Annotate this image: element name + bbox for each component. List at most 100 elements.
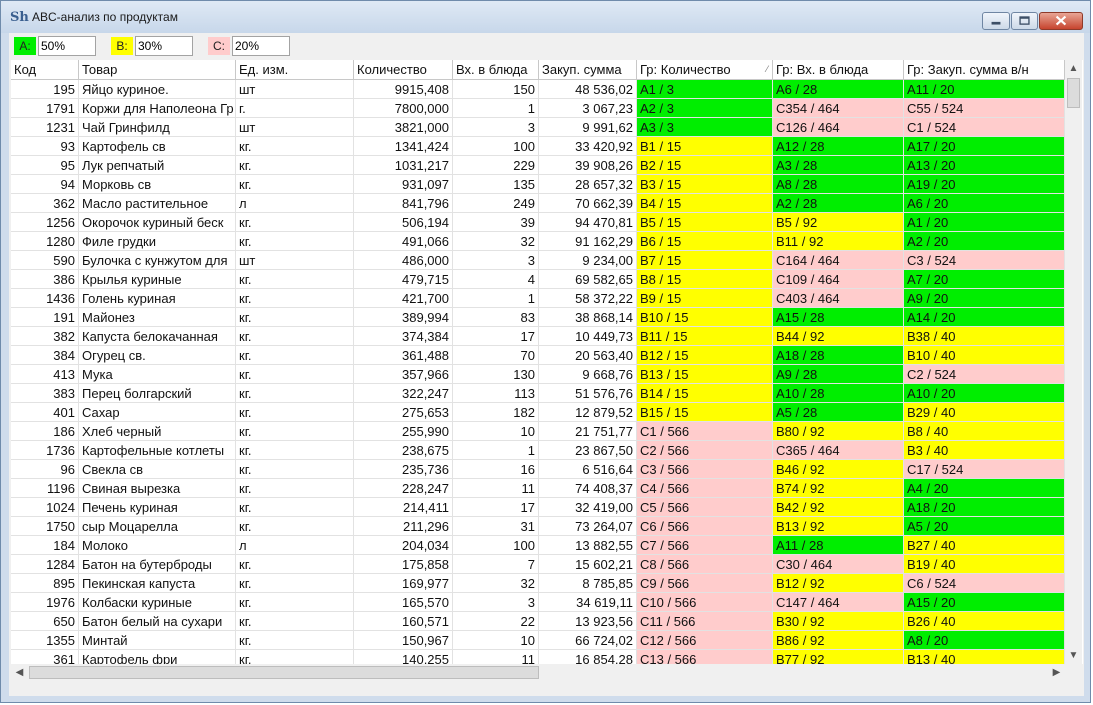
- cell-product[interactable]: Батон на бутерброды: [79, 555, 236, 574]
- cell-grp-quantity[interactable]: B1 / 15: [637, 137, 773, 156]
- cell-unit[interactable]: кг.: [236, 422, 354, 441]
- cell-grp-quantity[interactable]: A3 / 3: [637, 118, 773, 137]
- table-row[interactable]: 96 Свекла св кг. 235,736 16 6 516,64 C3 / 566 B…: [11, 460, 1065, 479]
- cell-code[interactable]: 96: [11, 460, 79, 479]
- cell-unit[interactable]: кг.: [236, 156, 354, 175]
- cell-grp-quantity[interactable]: B7 / 15: [637, 251, 773, 270]
- table-row[interactable]: 382 Капуста белокачанная кг. 374,384 17 10 44…: [11, 327, 1065, 346]
- cell-purchase-sum[interactable]: 28 657,32: [539, 175, 637, 194]
- cell-grp-in-dishes[interactable]: A11 / 28: [773, 536, 904, 555]
- cell-unit[interactable]: кг.: [236, 308, 354, 327]
- cell-product[interactable]: Чай Гринфилд: [79, 118, 236, 137]
- cell-grp-purchase-sum[interactable]: B8 / 40: [904, 422, 1065, 441]
- cell-product[interactable]: Лук репчатый: [79, 156, 236, 175]
- vertical-scroll-thumb[interactable]: [1067, 78, 1080, 108]
- cell-grp-quantity[interactable]: B3 / 15: [637, 175, 773, 194]
- cell-quantity[interactable]: 374,384: [354, 327, 453, 346]
- cell-grp-quantity[interactable]: C5 / 566: [637, 498, 773, 517]
- cell-grp-purchase-sum[interactable]: A7 / 20: [904, 270, 1065, 289]
- cell-grp-purchase-sum[interactable]: A6 / 20: [904, 194, 1065, 213]
- cell-purchase-sum[interactable]: 13 882,55: [539, 536, 637, 555]
- table-row[interactable]: 184 Молоко л 204,034 100 13 882,55 C7 / 566 A11…: [11, 536, 1065, 555]
- cell-unit[interactable]: кг.: [236, 232, 354, 251]
- column-header-code[interactable]: Код: [11, 60, 79, 79]
- cell-quantity[interactable]: 421,700: [354, 289, 453, 308]
- cell-in-dishes[interactable]: 150: [453, 80, 539, 99]
- cell-code[interactable]: 93: [11, 137, 79, 156]
- cell-grp-in-dishes[interactable]: B86 / 92: [773, 631, 904, 650]
- table-row[interactable]: 650 Батон белый на сухари кг. 160,571 22 13 9…: [11, 612, 1065, 631]
- cell-grp-in-dishes[interactable]: B44 / 92: [773, 327, 904, 346]
- cell-grp-purchase-sum[interactable]: A10 / 20: [904, 384, 1065, 403]
- cell-purchase-sum[interactable]: 94 470,81: [539, 213, 637, 232]
- cell-code[interactable]: 362: [11, 194, 79, 213]
- cell-grp-in-dishes[interactable]: B80 / 92: [773, 422, 904, 441]
- cell-grp-quantity[interactable]: C7 / 566: [637, 536, 773, 555]
- cell-code[interactable]: 590: [11, 251, 79, 270]
- cell-purchase-sum[interactable]: 21 751,77: [539, 422, 637, 441]
- cell-unit[interactable]: кг.: [236, 365, 354, 384]
- cell-purchase-sum[interactable]: 66 724,02: [539, 631, 637, 650]
- cell-grp-purchase-sum[interactable]: B26 / 40: [904, 612, 1065, 631]
- cell-code[interactable]: 1976: [11, 593, 79, 612]
- column-header-purchase-sum[interactable]: Закуп. сумма: [539, 60, 637, 79]
- cell-purchase-sum[interactable]: 23 867,50: [539, 441, 637, 460]
- cell-grp-in-dishes[interactable]: A3 / 28: [773, 156, 904, 175]
- cell-product[interactable]: Колбаски куриные: [79, 593, 236, 612]
- cell-code[interactable]: 1280: [11, 232, 79, 251]
- cell-grp-quantity[interactable]: C4 / 566: [637, 479, 773, 498]
- cell-grp-purchase-sum[interactable]: B38 / 40: [904, 327, 1065, 346]
- cell-quantity[interactable]: 150,967: [354, 631, 453, 650]
- cell-in-dishes[interactable]: 22: [453, 612, 539, 631]
- cell-unit[interactable]: кг.: [236, 327, 354, 346]
- cell-code[interactable]: 94: [11, 175, 79, 194]
- cell-in-dishes[interactable]: 1: [453, 289, 539, 308]
- horizontal-scroll-thumb[interactable]: [29, 666, 539, 679]
- table-row[interactable]: 1436 Голень куриная кг. 421,700 1 58 372,22 B9…: [11, 289, 1065, 308]
- cell-code[interactable]: 413: [11, 365, 79, 384]
- cell-code[interactable]: 401: [11, 403, 79, 422]
- cell-in-dishes[interactable]: 83: [453, 308, 539, 327]
- cell-purchase-sum[interactable]: 34 619,11: [539, 593, 637, 612]
- cell-grp-in-dishes[interactable]: B11 / 92: [773, 232, 904, 251]
- cell-grp-in-dishes[interactable]: B13 / 92: [773, 517, 904, 536]
- cell-unit[interactable]: кг.: [236, 289, 354, 308]
- abc-data-grid[interactable]: Код Товар Ед. изм. Количество Вх. в блюда Зак…: [11, 60, 1083, 681]
- cell-quantity[interactable]: 479,715: [354, 270, 453, 289]
- cell-purchase-sum[interactable]: 32 419,00: [539, 498, 637, 517]
- cell-product[interactable]: Сахар: [79, 403, 236, 422]
- cell-in-dishes[interactable]: 3: [453, 251, 539, 270]
- cell-quantity[interactable]: 175,858: [354, 555, 453, 574]
- column-header-product[interactable]: Товар: [79, 60, 236, 79]
- cell-quantity[interactable]: 211,296: [354, 517, 453, 536]
- cell-product[interactable]: Голень куриная: [79, 289, 236, 308]
- cell-purchase-sum[interactable]: 58 372,22: [539, 289, 637, 308]
- cell-grp-purchase-sum[interactable]: C55 / 524: [904, 99, 1065, 118]
- cell-grp-quantity[interactable]: C2 / 566: [637, 441, 773, 460]
- cell-in-dishes[interactable]: 1: [453, 99, 539, 118]
- cell-grp-quantity[interactable]: B5 / 15: [637, 213, 773, 232]
- cell-code[interactable]: 191: [11, 308, 79, 327]
- scroll-up-icon[interactable]: ▲: [1065, 60, 1082, 77]
- cell-unit[interactable]: кг.: [236, 460, 354, 479]
- cell-grp-in-dishes[interactable]: A10 / 28: [773, 384, 904, 403]
- cell-in-dishes[interactable]: 16: [453, 460, 539, 479]
- cell-in-dishes[interactable]: 10: [453, 631, 539, 650]
- cell-product[interactable]: Молоко: [79, 536, 236, 555]
- cell-grp-purchase-sum[interactable]: B10 / 40: [904, 346, 1065, 365]
- cell-unit[interactable]: шт: [236, 80, 354, 99]
- cell-in-dishes[interactable]: 4: [453, 270, 539, 289]
- cell-grp-in-dishes[interactable]: C126 / 464: [773, 118, 904, 137]
- cell-grp-in-dishes[interactable]: B46 / 92: [773, 460, 904, 479]
- cell-in-dishes[interactable]: 1: [453, 441, 539, 460]
- cell-grp-quantity[interactable]: B10 / 15: [637, 308, 773, 327]
- table-row[interactable]: 94 Морковь св кг. 931,097 135 28 657,32 B3 / 1…: [11, 175, 1065, 194]
- cell-product[interactable]: Минтай: [79, 631, 236, 650]
- cell-purchase-sum[interactable]: 15 602,21: [539, 555, 637, 574]
- cell-unit[interactable]: кг.: [236, 631, 354, 650]
- cell-grp-in-dishes[interactable]: B74 / 92: [773, 479, 904, 498]
- cell-grp-quantity[interactable]: B11 / 15: [637, 327, 773, 346]
- cell-product[interactable]: Коржи для Наполеона Гр: [79, 99, 236, 118]
- cell-quantity[interactable]: 255,990: [354, 422, 453, 441]
- cell-in-dishes[interactable]: 249: [453, 194, 539, 213]
